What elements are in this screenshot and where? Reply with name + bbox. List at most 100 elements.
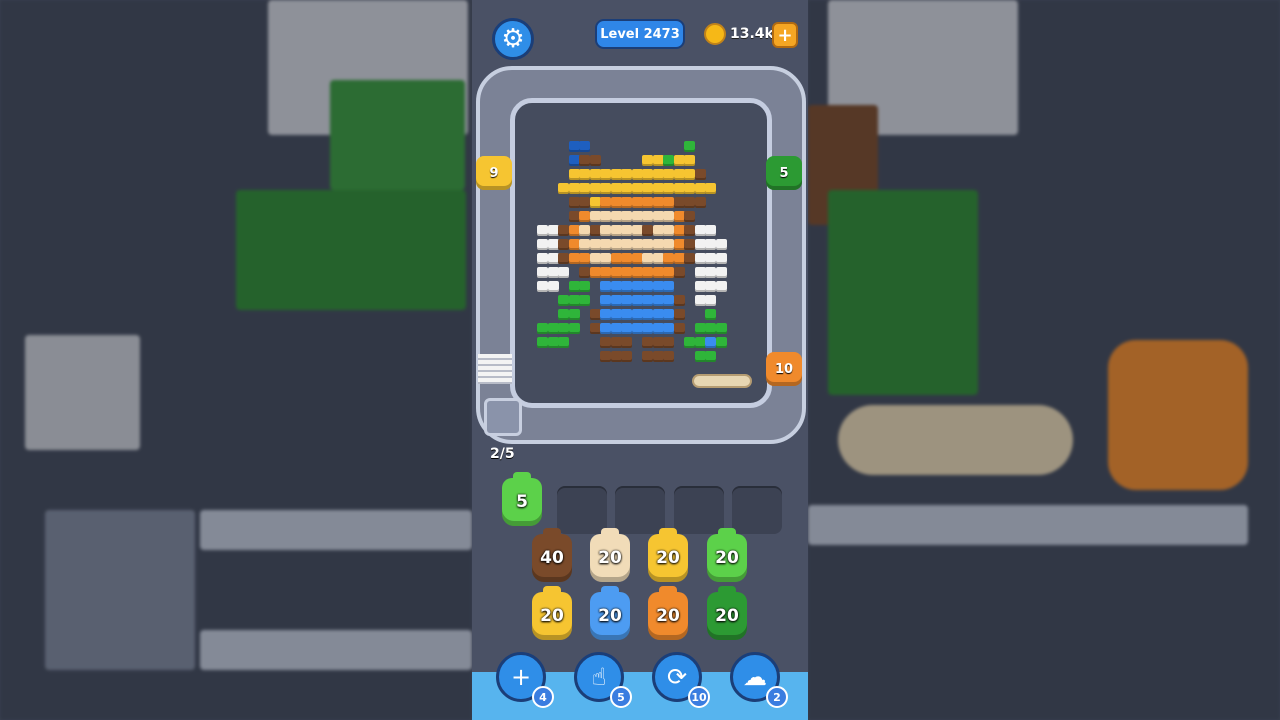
pixel-block: [694, 323, 706, 334]
pixel-block: [673, 169, 685, 180]
pixel-block: [621, 169, 632, 180]
grid-piece[interactable]: 20: [648, 528, 688, 582]
grid-piece[interactable]: 20: [707, 586, 747, 640]
pixel-block: [621, 351, 632, 362]
pixel-block: [568, 281, 580, 292]
pixel-block: [600, 197, 611, 208]
hand-icon: ☝: [591, 663, 607, 691]
pixel-block: [684, 239, 695, 250]
pixel-block: [568, 197, 580, 208]
pixel-block: [673, 183, 685, 194]
pixel-block: [652, 169, 664, 180]
pixel-block: [621, 211, 632, 222]
pixel-block: [673, 155, 685, 166]
pixel-block: [652, 281, 664, 292]
pixel-block: [568, 183, 580, 194]
pixel-block: [663, 309, 674, 320]
pixel-block: [568, 141, 580, 152]
bg-green-block: [828, 190, 978, 395]
pixel-block: [537, 225, 548, 236]
pixel-block: [673, 253, 685, 264]
pixel-block: [673, 295, 685, 306]
bg-dispenser: [25, 335, 140, 450]
pixel-block: [631, 323, 643, 334]
pixel-block: [652, 337, 664, 348]
pixel-block: [715, 239, 727, 250]
pixel-block: [715, 323, 727, 334]
grid-piece[interactable]: 20: [590, 586, 630, 640]
pixel-block: [610, 183, 622, 194]
shuffle-icon: ⟳: [666, 663, 688, 691]
settings-button[interactable]: ⚙: [492, 18, 534, 60]
track-gate: [484, 398, 522, 436]
pixel-block: [558, 309, 569, 320]
pixel-block: [558, 295, 569, 306]
pixel-block: [705, 295, 716, 306]
pixel-block: [631, 267, 643, 278]
pixel-block: [610, 337, 622, 348]
pixel-block: [642, 309, 653, 320]
pixel-block: [694, 295, 706, 306]
grid-piece[interactable]: 20: [648, 586, 688, 640]
booster-count-badge: 5: [610, 686, 632, 708]
buy-coins-button[interactable]: +: [772, 22, 798, 48]
game-screen: ⚙ Level 2473 13.4k + 9 5 10 2/5 5 40 20 20…: [472, 0, 808, 720]
pixel-block: [673, 225, 685, 236]
piece-count: 20: [715, 606, 739, 626]
pixel-block: [568, 239, 580, 250]
grid-piece[interactable]: 20: [590, 528, 630, 582]
pixel-block: [642, 155, 653, 166]
pixel-block: [694, 197, 706, 208]
pixel-block: [631, 239, 643, 250]
pixel-block: [568, 225, 580, 236]
pixel-block: [579, 281, 590, 292]
queue-active-piece[interactable]: 5: [502, 472, 542, 526]
pixel-block: [642, 225, 653, 236]
pixel-block: [568, 253, 580, 264]
pixel-block: [684, 183, 695, 194]
grid-piece[interactable]: 20: [707, 528, 747, 582]
grid-piece[interactable]: 20: [532, 586, 572, 640]
pixel-block: [694, 351, 706, 362]
pixel-block: [684, 253, 695, 264]
pixel-block: [610, 309, 622, 320]
piece-count: 20: [656, 606, 680, 626]
pixel-block: [705, 183, 716, 194]
pixel-block: [579, 183, 590, 194]
pixel-block: [579, 197, 590, 208]
pixel-block: [568, 295, 580, 306]
pixel-block: [537, 323, 548, 334]
magnet-icon: ☁: [743, 663, 767, 691]
pixel-block: [600, 295, 611, 306]
shooter-count: 9: [489, 165, 499, 181]
pixel-block: [652, 309, 664, 320]
pixel-block: [589, 211, 601, 222]
pixel-block: [673, 323, 685, 334]
coin-amount: 13.4k: [730, 26, 774, 42]
pixel-block: [589, 267, 601, 278]
pixel-block: [631, 197, 643, 208]
pixel-block: [589, 155, 601, 166]
track-shooter-green[interactable]: 5: [766, 156, 802, 190]
piece-count: 20: [540, 606, 564, 626]
pixel-block: [652, 295, 664, 306]
grid-piece[interactable]: 40: [532, 528, 572, 582]
pixel-block: [589, 197, 601, 208]
pixel-block: [663, 295, 674, 306]
pixel-block: [589, 239, 601, 250]
pixel-block: [663, 183, 674, 194]
pixel-block: [621, 253, 632, 264]
pixel-block: [600, 309, 611, 320]
pixel-block: [579, 169, 590, 180]
pixel-block: [610, 239, 622, 250]
pixel-block: [537, 337, 548, 348]
track-shooter-orange[interactable]: 10: [766, 352, 802, 386]
progress-counter: 2/5: [490, 446, 515, 462]
background-left: [0, 0, 472, 720]
pixel-block: [652, 183, 664, 194]
pixel-block: [705, 337, 716, 348]
track-shooter-yellow[interactable]: 9: [476, 156, 512, 190]
bg-orange-shooter: [1108, 340, 1248, 490]
background-right: [808, 0, 1280, 720]
pixel-block: [652, 225, 664, 236]
